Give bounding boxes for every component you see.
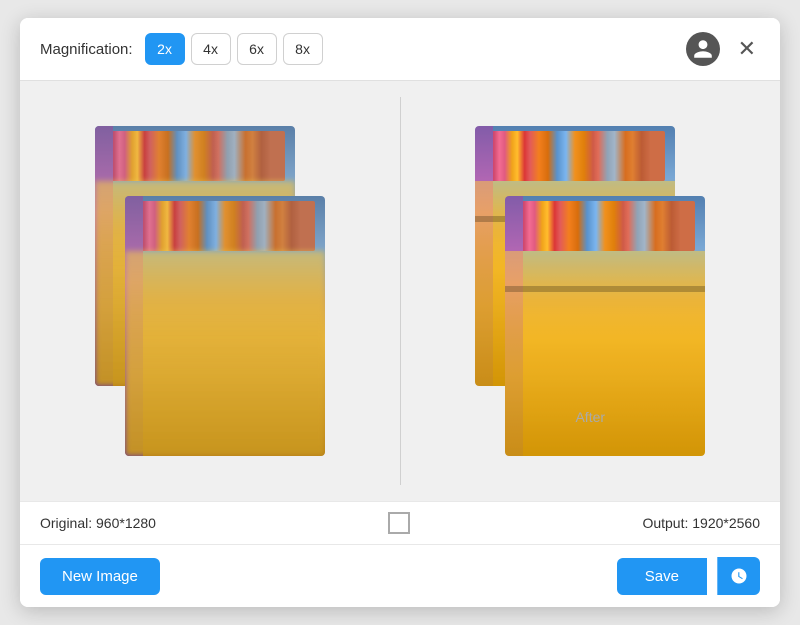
mag-6x-button[interactable]: 6x [237, 33, 277, 65]
magnification-buttons: 2x 4x 6x 8x [145, 33, 323, 65]
output-image-stack [475, 126, 705, 456]
save-button[interactable]: Save [617, 558, 707, 595]
after-label: After [575, 409, 605, 425]
output-image-panel: After [417, 97, 765, 485]
panel-divider [400, 97, 401, 485]
original-image-front [125, 196, 325, 456]
original-info: Original: 960*1280 [40, 515, 156, 531]
history-button[interactable] [717, 557, 760, 595]
mag-4x-button[interactable]: 4x [191, 33, 231, 65]
new-image-button[interactable]: New Image [40, 558, 160, 595]
original-image-stack [95, 126, 325, 456]
magnification-label: Magnification: [40, 41, 133, 58]
info-bar: Original: 960*1280 Output: 1920*2560 [20, 501, 780, 544]
close-button[interactable]: ✕ [734, 34, 760, 64]
toolbar: Magnification: 2x 4x 6x 8x ✕ [20, 18, 780, 81]
content-area: After [20, 81, 780, 501]
mag-2x-button[interactable]: 2x [145, 33, 185, 65]
mag-8x-button[interactable]: 8x [283, 33, 323, 65]
output-info: Output: 1920*2560 [642, 515, 760, 531]
original-image-panel [36, 97, 384, 485]
user-avatar-icon[interactable] [686, 32, 720, 66]
footer: New Image Save [20, 544, 780, 607]
compare-icon[interactable] [388, 512, 410, 534]
main-dialog: Magnification: 2x 4x 6x 8x ✕ [20, 18, 780, 607]
clock-icon [730, 567, 748, 585]
